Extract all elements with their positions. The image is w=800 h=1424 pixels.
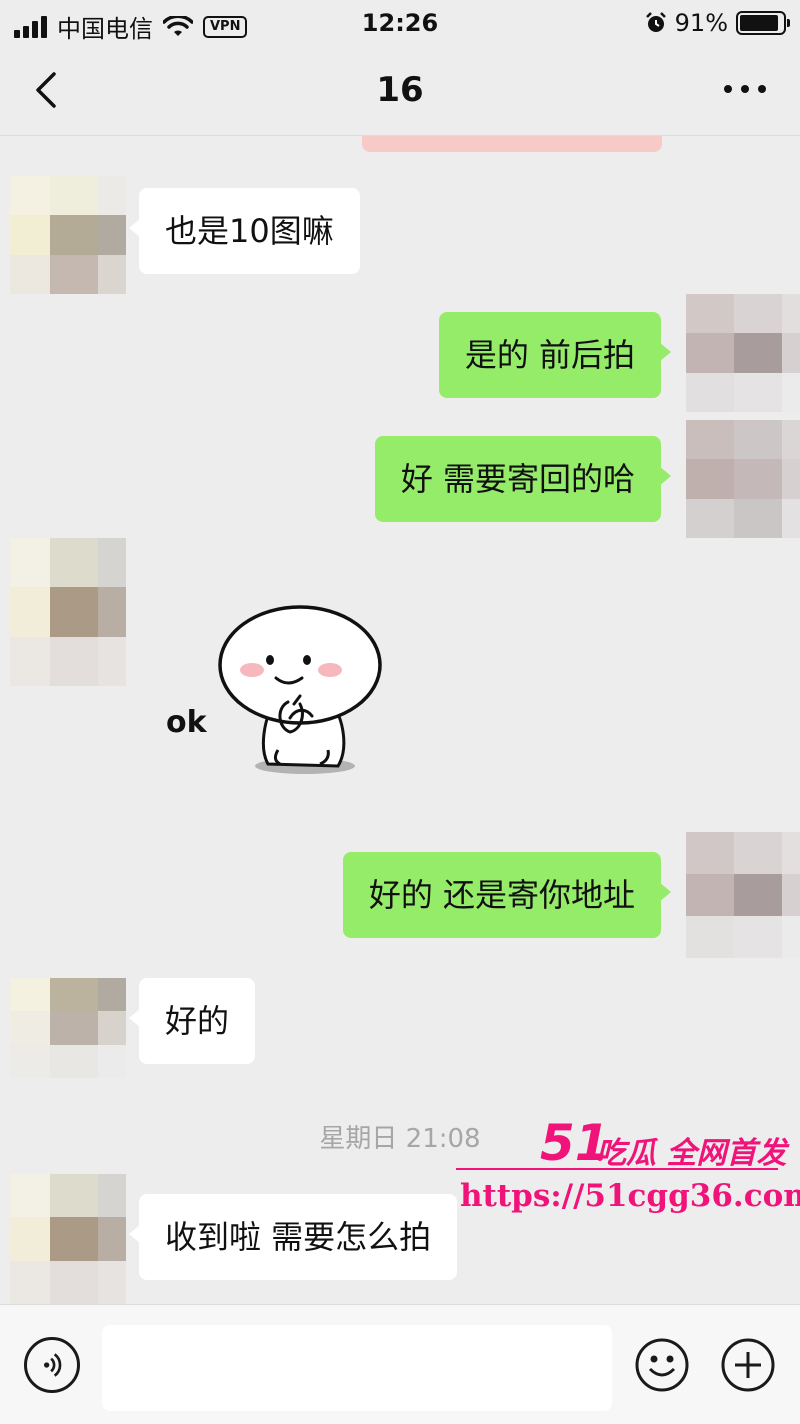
message-bubble-incoming[interactable]: 收到啦 需要怎么拍: [128, 1194, 458, 1280]
contact-avatar[interactable]: [10, 1174, 126, 1304]
battery-percent: 91%: [674, 9, 728, 37]
contact-avatar[interactable]: [10, 978, 126, 1078]
contact-avatar[interactable]: [10, 538, 126, 686]
site-watermark: 51 吃瓜 全网首发 https://51cgg36.com: [456, 1114, 800, 1232]
message-text: 好 需要寄回的哈: [400, 460, 635, 498]
watermark-url: https://51cgg36.com: [460, 1178, 800, 1214]
ok-sticker[interactable]: ok: [160, 600, 400, 800]
message-bubble-incoming[interactable]: 好的: [128, 978, 256, 1064]
my-avatar[interactable]: [686, 832, 800, 958]
chat-header: 16: [0, 48, 800, 136]
message-bubble-outgoing[interactable]: 好的 还是寄你地址: [342, 852, 672, 938]
watermark-divider: [456, 1168, 778, 1170]
add-attachment-icon[interactable]: [720, 1337, 776, 1393]
watermark-tagline: 吃瓜 全网首发: [596, 1136, 787, 1171]
my-avatar[interactable]: [686, 420, 800, 538]
contact-avatar[interactable]: [10, 176, 126, 294]
message-text: 也是10图嘛: [165, 212, 334, 250]
message-text: 好的: [165, 1002, 230, 1040]
message-bubble-outgoing[interactable]: 是的 前后拍: [438, 312, 672, 398]
status-bar: 中国电信 VPN 12:26 91%: [0, 0, 800, 48]
chat-input-bar: [0, 1304, 800, 1424]
message-bubble-outgoing[interactable]: 好 需要寄回的哈: [374, 436, 672, 522]
battery-icon: [736, 11, 790, 35]
more-options-icon[interactable]: [720, 74, 770, 104]
chat-title: 16: [376, 70, 424, 110]
emoji-icon[interactable]: [634, 1337, 690, 1393]
message-text: 是的 前后拍: [464, 336, 635, 374]
message-input[interactable]: [102, 1325, 612, 1411]
message-text: 好的 还是寄你地址: [368, 876, 635, 914]
voice-input-icon[interactable]: [24, 1337, 80, 1393]
my-avatar[interactable]: [686, 294, 800, 412]
message-bubble-incoming[interactable]: 也是10图嘛: [129, 188, 360, 274]
message-text: 收到啦 需要怎么拍: [165, 1218, 432, 1256]
image-message-edge[interactable]: [362, 136, 662, 152]
sticker-text: ok: [166, 705, 208, 740]
alarm-clock-icon: [645, 12, 666, 32]
